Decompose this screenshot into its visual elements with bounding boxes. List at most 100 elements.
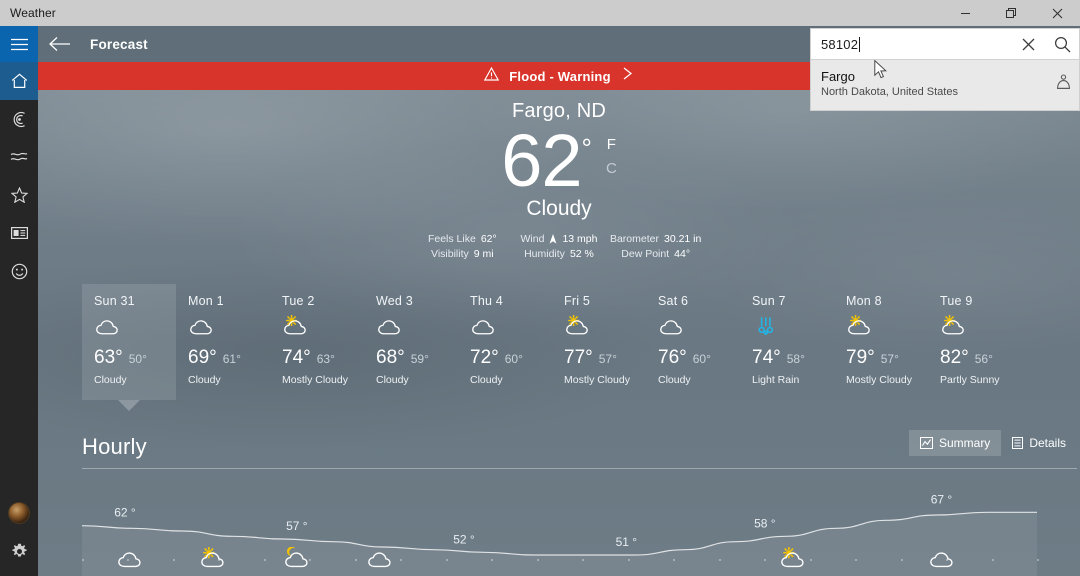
suggestion-item-fargo[interactable]: Fargo North Dakota, United States [811, 66, 1079, 102]
chevron-right-icon [621, 66, 634, 86]
chart-point-label: 52 ° [453, 532, 475, 546]
weather-app-window: Weather Forecast 58102 Fargo North Dakot… [0, 0, 1080, 576]
daily-forecast-row: Sun 31 63° 50° Cloudy Mon 1 69° 61° Cloudy Tue 2… [82, 284, 1077, 411]
smiley-icon [11, 263, 27, 279]
settings-button[interactable] [0, 532, 38, 570]
day-card-sat-6[interactable]: Sat 6 76° 60° Cloudy [646, 284, 740, 400]
account-button[interactable] [0, 494, 38, 532]
tab-summary[interactable]: Summary [908, 430, 1002, 456]
day-description: Partly Sunny [940, 374, 1000, 386]
stat-value: 30.21 in [663, 233, 702, 245]
cloudy-icon [378, 320, 400, 335]
stat-label: Wind [520, 233, 545, 245]
divider [82, 468, 1077, 469]
clear-search-button[interactable] [1011, 29, 1045, 59]
wind-direction-icon [549, 234, 557, 244]
mostly-cloudy-icon [848, 315, 870, 335]
unit-toggle[interactable]: F C [592, 119, 617, 181]
day-card-tue-9[interactable]: Tue 9 82° 56° Partly Sunny [928, 284, 1022, 400]
day-card-fri-5[interactable]: Fri 5 77° 57° Mostly Cloudy [552, 284, 646, 400]
day-card-tue-2[interactable]: Tue 2 74° 63° Mostly Cloudy [270, 284, 364, 400]
degree-symbol: ° [581, 133, 592, 163]
sidebar-item-favorites[interactable] [0, 176, 38, 214]
day-card-sun-7[interactable]: Sun 7 74° 58° Light Rain [740, 284, 834, 400]
title-bar: Weather [0, 0, 1080, 26]
current-caption: Cloudy [526, 197, 592, 220]
day-description: Cloudy [376, 374, 409, 386]
stat-value: 44° [674, 248, 691, 260]
search-box[interactable]: 58102 [810, 28, 1080, 60]
day-card-mon-8[interactable]: Mon 8 79° 57° Mostly Cloudy [834, 284, 928, 400]
sidebar-item-send-feedback[interactable] [0, 252, 38, 290]
avatar [8, 502, 30, 524]
stat-value: 13 mph [562, 233, 598, 245]
day-label: Fri 5 [564, 294, 590, 308]
stat-value: 52 % [569, 248, 594, 260]
hourly-condition-icons [82, 547, 1037, 573]
day-low: 60° [504, 352, 523, 366]
sidebar-item-historical-weather[interactable] [0, 138, 38, 176]
unit-celsius[interactable]: C [606, 157, 617, 181]
suggestion-name: Fargo [821, 69, 855, 84]
day-card-mon-1[interactable]: Mon 1 69° 61° Cloudy [176, 284, 270, 400]
hamburger-menu-button[interactable] [0, 26, 38, 62]
tab-details[interactable]: Details [1001, 430, 1077, 456]
hamburger-icon [10, 38, 28, 50]
back-button[interactable] [38, 26, 82, 62]
current-temperature-block: 62 ° F C [38, 119, 1080, 203]
navigation-rail [0, 26, 38, 576]
day-description: Mostly Cloudy [846, 374, 912, 386]
day-high: 74° [752, 347, 781, 368]
day-weather-icon [564, 315, 646, 341]
hourly-section: Hourly Summary Details 62 ° 57 ° 52 ° 51… [82, 430, 1077, 576]
sidebar-item-forecast[interactable] [0, 62, 38, 100]
close-button[interactable] [1034, 0, 1080, 26]
sidebar-item-maps[interactable] [0, 100, 38, 138]
stat-label: Barometer [609, 233, 659, 245]
hourly-icon [366, 547, 395, 570]
place-marker-icon [1056, 68, 1071, 95]
restore-button[interactable] [988, 0, 1034, 26]
stat-label: Visibility [431, 248, 469, 260]
hourly-icon [199, 547, 228, 570]
search-submit-button[interactable] [1045, 29, 1079, 59]
day-high: 79° [846, 347, 875, 368]
hourly-title: Hourly [82, 434, 147, 459]
day-card-sun-31[interactable]: Sun 31 63° 50° Cloudy [82, 284, 176, 411]
cloudy-icon [929, 552, 953, 568]
alert-text: Flood - Warning [509, 68, 611, 84]
day-low: 56° [974, 352, 993, 366]
stat-value: 9 mi [473, 248, 494, 260]
day-label: Wed 3 [376, 294, 413, 308]
chart-point-label: 62 ° [114, 506, 136, 520]
day-low: 58° [786, 352, 805, 366]
day-low: 57° [880, 352, 899, 366]
cloudy-icon [368, 552, 391, 568]
day-weather-icon [752, 315, 834, 341]
day-card-thu-4[interactable]: Thu 4 72° 60° Cloudy [458, 284, 552, 400]
current-stats: Feels Like 62° Wind 13 mph Barometer 30.… [414, 233, 704, 260]
mostly-cloudy-icon [284, 315, 306, 335]
tab-summary-label: Summary [938, 436, 991, 450]
gear-icon [11, 543, 27, 557]
minimize-button[interactable] [942, 0, 988, 26]
stat-label: Humidity [524, 248, 565, 260]
hourly-header: Hourly Summary Details [82, 430, 1077, 460]
stat-visibility: Visibility 9 mi [414, 248, 511, 260]
stat-wind: Wind 13 mph [511, 233, 608, 245]
suggestion-text-group: Fargo North Dakota, United States [821, 68, 958, 100]
window-title: Weather [10, 6, 56, 20]
day-card-wed-3[interactable]: Wed 3 68° 59° Cloudy [364, 284, 458, 400]
search-suggestions-dropdown: Fargo North Dakota, United States [810, 60, 1080, 111]
day-high: 82° [940, 347, 969, 368]
warning-triangle-icon [484, 66, 500, 86]
day-temperatures: 72° 60° [470, 347, 552, 369]
sidebar-item-news[interactable] [0, 214, 38, 252]
star-icon [10, 187, 28, 203]
mostly-sunny-icon [200, 547, 224, 568]
chart-point-label: 57 ° [286, 519, 308, 533]
day-label: Tue 9 [940, 294, 973, 308]
current-conditions: Fargo, ND 62 ° F C Cloudy Feels Like 62°… [38, 90, 1080, 260]
search-input[interactable]: 58102 [811, 36, 1011, 52]
unit-fahrenheit[interactable]: F [606, 133, 617, 157]
